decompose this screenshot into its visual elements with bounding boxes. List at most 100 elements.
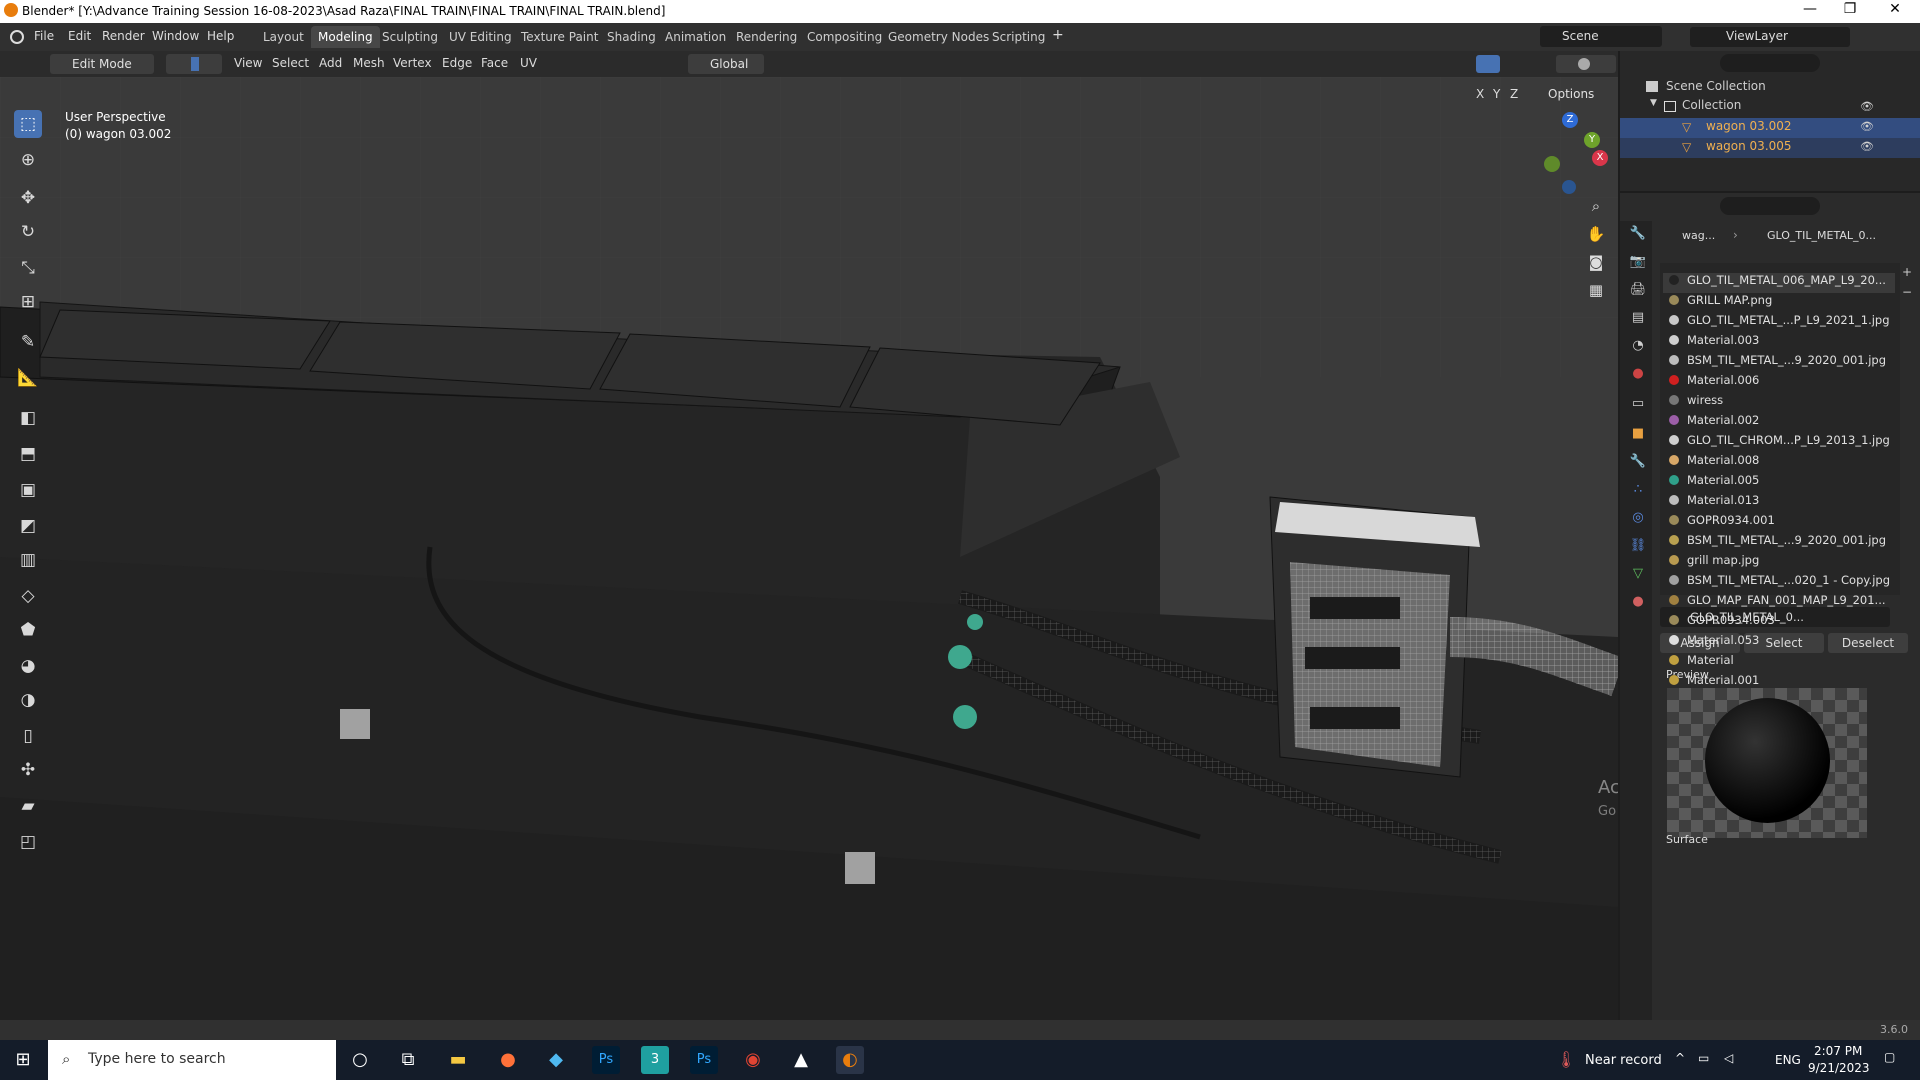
gizmo-x-axis[interactable]: X (1592, 150, 1608, 166)
task-view-icon[interactable]: ⧉ (394, 1046, 422, 1074)
material-slot-item[interactable]: Material.003 (1663, 333, 1895, 353)
particles-tab-icon[interactable]: ∴ (1629, 481, 1647, 499)
tool-tab-icon[interactable]: 🔧 (1629, 225, 1647, 243)
material-slot-item[interactable]: BSM_TIL_METAL_...9_2020_001.jpg (1663, 353, 1895, 373)
file-explorer-icon[interactable]: ▬ (444, 1046, 472, 1074)
material-slot-item[interactable]: GOPR0934.001 (1663, 513, 1895, 533)
select-box-tool-icon[interactable]: ⬚ (14, 110, 42, 138)
material-slot-item[interactable]: BSM_TIL_METAL_...9_2020_001.jpg (1663, 533, 1895, 553)
blender-taskbar-icon[interactable]: ◐ (836, 1046, 864, 1074)
camera-view-icon[interactable]: ◙ (1585, 251, 1607, 273)
object-visibility-icon[interactable]: 👁 (1860, 140, 1874, 153)
mode-selector[interactable]: Edit Mode (50, 54, 154, 74)
volume-icon[interactable]: ◁ (1724, 1051, 1733, 1065)
mirror-y-toggle[interactable]: Y (1493, 87, 1500, 101)
menu-face[interactable]: Face (481, 56, 508, 70)
menu-view[interactable]: View (234, 56, 262, 70)
extrude-tool-icon[interactable]: ⬒ (14, 440, 42, 468)
chrome-icon[interactable]: ◉ (739, 1046, 767, 1074)
collection-visibility-icon[interactable]: 👁 (1860, 100, 1874, 113)
material-slot-item[interactable]: Material.006 (1663, 373, 1895, 393)
select-mode-buttons[interactable] (166, 54, 222, 74)
material-slot-item[interactable]: grill map.jpg (1663, 553, 1895, 573)
material-slot-item[interactable]: wiress (1663, 393, 1895, 413)
tab-geometry-nodes[interactable]: Geometry Nodes (881, 26, 996, 48)
menu-file[interactable]: File (34, 29, 54, 43)
annotate-tool-icon[interactable]: ✎ (14, 328, 42, 356)
loop-cut-tool-icon[interactable]: ▥ (14, 546, 42, 574)
properties-search-input[interactable] (1720, 197, 1820, 215)
smooth-tool-icon[interactable]: ◑ (14, 686, 42, 714)
weather-text[interactable]: Near record (1585, 1053, 1662, 1068)
menu-mesh[interactable]: Mesh (353, 56, 385, 70)
outliner-collection[interactable]: ▼ Collection 👁 (1620, 98, 1920, 118)
material-slot-item[interactable]: Material.008 (1663, 453, 1895, 473)
poly-build-tool-icon[interactable]: ⬟ (14, 616, 42, 644)
tab-texture-paint[interactable]: Texture Paint (514, 26, 605, 48)
navigation-gizmo[interactable]: Z Y X (1530, 112, 1610, 194)
outliner-search-input[interactable] (1720, 54, 1820, 72)
app-icon[interactable]: ◆ (542, 1046, 570, 1074)
windows-start-icon[interactable]: ⊞ (9, 1046, 37, 1074)
solid-shading-icon[interactable] (1578, 58, 1590, 70)
add-slot-icon[interactable]: + (1902, 265, 1912, 279)
menu-select[interactable]: Select (272, 56, 309, 70)
clock-time[interactable]: 2:07 PM (1814, 1044, 1862, 1058)
firefox-icon[interactable]: ● (494, 1046, 522, 1074)
menu-uv[interactable]: UV (520, 56, 537, 70)
tab-animation[interactable]: Animation (658, 26, 733, 48)
tab-layout[interactable]: Layout (256, 26, 311, 48)
minimize-button[interactable]: — (1790, 1, 1830, 17)
material-slot-item[interactable]: GLO_TIL_METAL_006_MAP_L9_20... (1663, 273, 1895, 293)
menu-render[interactable]: Render (102, 29, 145, 43)
add-cube-tool-icon[interactable]: ◧ (14, 404, 42, 432)
gizmo-z-axis[interactable]: Z (1562, 112, 1578, 128)
shrink-fatten-tool-icon[interactable]: ✣ (14, 756, 42, 784)
material-slot-item[interactable]: Material (1663, 653, 1895, 673)
mirror-x-toggle[interactable]: X (1476, 87, 1484, 101)
scale-tool-icon[interactable]: ⤡ (14, 254, 42, 282)
shear-tool-icon[interactable]: ▰ (14, 792, 42, 820)
tray-chevron-icon[interactable]: ^ (1675, 1051, 1685, 1065)
scene-selector[interactable]: Scene (1540, 26, 1662, 47)
surface-panel-header[interactable]: Surface (1666, 833, 1708, 846)
constraints-tab-icon[interactable]: ⛓ (1629, 537, 1647, 555)
menu-add[interactable]: Add (319, 56, 342, 70)
menu-help[interactable]: Help (207, 29, 234, 43)
add-workspace-icon[interactable]: + (1052, 27, 1064, 43)
gizmo-toggle-icon[interactable] (1476, 55, 1500, 73)
material-slot-item[interactable]: Material.001 (1663, 673, 1895, 693)
measure-tool-icon[interactable]: 📐 (14, 364, 42, 392)
mirror-z-toggle[interactable]: Z (1510, 87, 1518, 101)
collection-tab-icon[interactable]: ▭ (1629, 395, 1647, 413)
tab-modeling[interactable]: Modeling (311, 26, 380, 48)
spin-tool-icon[interactable]: ◕ (14, 652, 42, 680)
network-icon[interactable]: ▭ (1698, 1051, 1709, 1065)
photos-icon[interactable]: ▲ (787, 1046, 815, 1074)
view-layer-selector[interactable]: ViewLayer (1690, 27, 1850, 47)
gizmo-neg-y-axis[interactable] (1544, 156, 1560, 172)
scene-tab-icon[interactable]: ◔ (1629, 337, 1647, 355)
inset-tool-icon[interactable]: ▣ (14, 476, 42, 504)
bevel-tool-icon[interactable]: ◩ (14, 512, 42, 540)
material-slot-item[interactable]: Material.013 (1663, 493, 1895, 513)
maximize-button[interactable]: ❐ (1830, 1, 1870, 17)
outliner-object-row[interactable]: ▽ wagon 03.002 👁 (1620, 118, 1920, 138)
cursor-tool-icon[interactable]: ⊕ (14, 146, 42, 174)
physics-tab-icon[interactable]: ◎ (1629, 509, 1647, 527)
edge-slide-tool-icon[interactable]: ▯ (14, 722, 42, 750)
rip-region-tool-icon[interactable]: ◰ (14, 828, 42, 856)
options-dropdown[interactable]: Options (1548, 87, 1594, 101)
material-tab-icon[interactable]: ● (1629, 593, 1647, 611)
cortana-icon[interactable]: ○ (346, 1046, 374, 1074)
perspective-toggle-icon[interactable]: ▦ (1585, 279, 1607, 301)
data-tab-icon[interactable]: ▽ (1629, 565, 1647, 583)
material-slot-item[interactable]: BSM_TIL_METAL_...020_1 - Copy.jpg (1663, 573, 1895, 593)
output-tab-icon[interactable]: 🖨 (1629, 281, 1647, 299)
material-slot-item[interactable]: GOPR0934.003 (1663, 613, 1895, 633)
view-layer-tab-icon[interactable]: ▤ (1629, 309, 1647, 327)
blender-menu-icon[interactable] (10, 30, 24, 44)
tab-scripting[interactable]: Scripting (985, 26, 1052, 48)
rotate-tool-icon[interactable]: ↻ (14, 218, 42, 246)
menu-vertex[interactable]: Vertex (393, 56, 432, 70)
